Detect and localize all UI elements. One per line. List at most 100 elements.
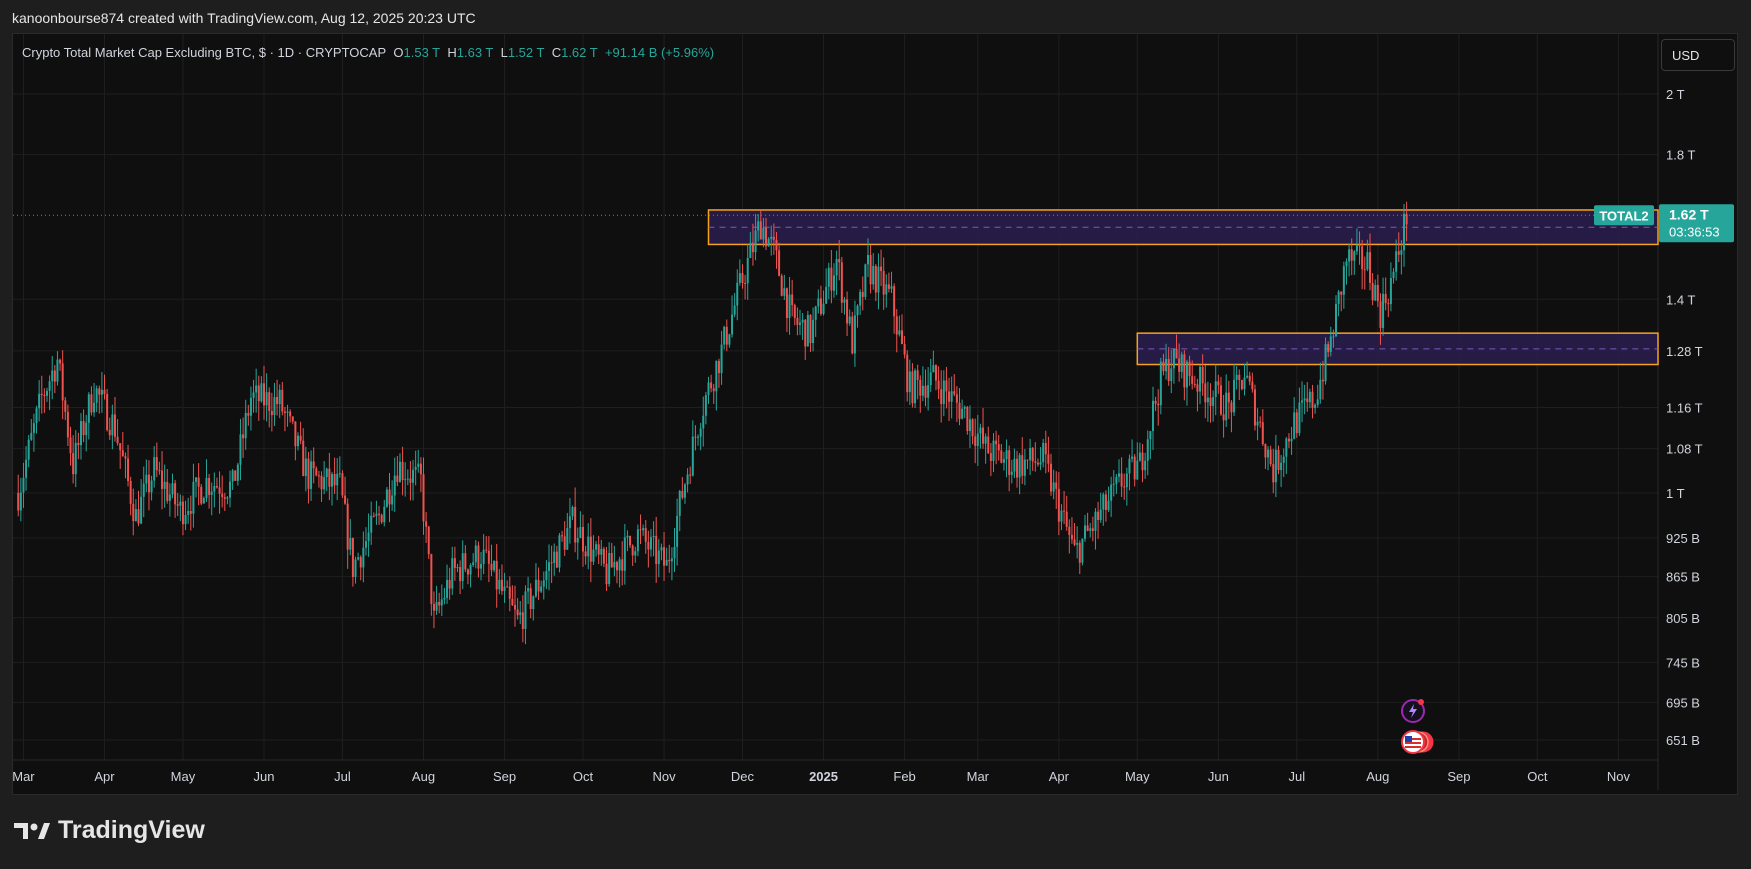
candle-body [1031,447,1034,462]
candle-body [231,470,234,482]
candle [639,514,642,545]
lightning-event-icon[interactable] [1400,698,1426,729]
candle [289,409,292,423]
candle [527,576,530,605]
candle-body [1039,462,1042,465]
candle-body [456,567,459,569]
candle [417,449,420,473]
candle [32,413,35,452]
candle-body [1175,348,1178,359]
us-flag-event-icon[interactable] [1400,729,1434,760]
candle-body [171,483,174,495]
candle-body [1034,461,1037,463]
candle-body [252,392,255,398]
candle [665,547,668,566]
candle-body [1246,375,1249,378]
candle [1316,384,1319,408]
candle [98,385,101,414]
candle [291,416,294,425]
candle-body [1117,473,1120,477]
candle-body [221,493,224,498]
candle [621,541,624,586]
candle [898,315,901,337]
currency-button[interactable]: USD [1661,39,1735,71]
candle-body [1382,293,1385,328]
candle-body [1397,251,1400,255]
candle-body [1050,463,1053,492]
candle-body [647,541,650,550]
candle [129,476,132,516]
candle [1212,390,1215,422]
candle [555,545,558,569]
candle-body [678,490,681,516]
time-tick-label: Sep [1447,769,1470,784]
candle-body [435,601,438,611]
candle [1159,357,1162,415]
candle [561,530,564,542]
candle-body [213,485,216,492]
candle [1217,374,1220,394]
candle [796,307,799,336]
candle [566,512,569,550]
candle-body [550,562,553,564]
candle-body [1379,301,1382,328]
candle-body [887,284,890,289]
candle [153,446,156,488]
candle-body [537,579,540,592]
candle-body [325,468,328,478]
price-chart[interactable]: 2 T 1.8 T 1.4 T 1.28 T 1.16 T 1.08 T 1 T 925 B 8… [0,0,1751,869]
symbol-tag-label: TOTAL2 [1599,208,1648,223]
candle [430,553,433,616]
candle [961,399,964,420]
candle [482,534,485,575]
candle [689,466,692,485]
candle [1026,459,1029,469]
candle-body [265,392,268,406]
candle-body [733,305,736,315]
candle [1063,491,1066,525]
candle [317,470,320,488]
time-tick-label: Jun [254,769,275,784]
candle [336,458,339,501]
candle [346,498,349,569]
candle [294,421,297,461]
candle-body [702,415,705,429]
candle-body [623,537,626,571]
candle [1285,436,1288,474]
candle-body [1180,354,1183,372]
candle-body [827,267,830,287]
candle [1094,508,1097,550]
candle [38,380,41,422]
candle [1280,454,1283,488]
candle-body [1146,439,1149,461]
candle-body [613,562,616,568]
candle [1384,277,1387,311]
candle-body [840,262,843,303]
candle [17,474,20,517]
candle-body [1078,542,1081,563]
candle-body [61,363,64,401]
candle [1010,459,1013,484]
candle [953,374,956,397]
candle [1102,492,1105,526]
candle-body [785,288,788,319]
candle [987,426,990,454]
candle-body [466,569,469,575]
candle-body [22,477,25,493]
candle-body [472,562,475,565]
candle-body [383,506,386,523]
candle [1353,250,1356,275]
candle-body [963,406,966,409]
candle-body [806,314,809,347]
time-tick-label: May [171,769,196,784]
candle [1387,298,1390,317]
candle [1314,403,1317,414]
candle-body [1191,376,1194,384]
candle-body [605,563,608,585]
candle-body [788,294,791,319]
candle-body [1280,462,1283,471]
candle [934,364,937,391]
candle-body [166,481,169,501]
candle-body [736,282,739,306]
candle [414,450,417,486]
